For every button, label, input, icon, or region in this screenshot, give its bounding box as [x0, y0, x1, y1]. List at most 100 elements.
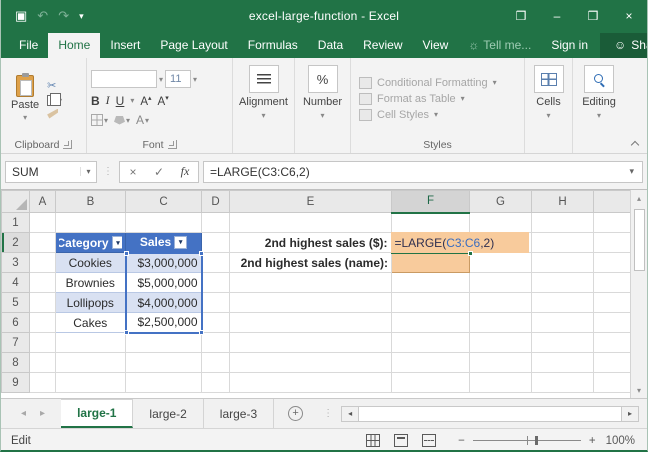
alignment-button[interactable]: Alignment ▾	[237, 61, 290, 153]
tab-file[interactable]: File	[9, 33, 48, 58]
cancel-button[interactable]: ×	[120, 165, 146, 179]
format-as-table-button[interactable]: Format as Table ▾	[359, 92, 516, 105]
close-icon[interactable]: ×	[611, 2, 647, 30]
tab-insert[interactable]: Insert	[100, 33, 150, 58]
cell[interactable]	[125, 332, 202, 353]
cell[interactable]	[593, 252, 630, 273]
ribbon-display-options-icon[interactable]: ❒	[503, 2, 539, 30]
cell-c4[interactable]: $5,000,000	[124, 272, 203, 293]
cell[interactable]	[531, 312, 594, 333]
fill-color-button[interactable]: ▾	[114, 115, 130, 125]
cell[interactable]	[29, 292, 56, 313]
cell-f2-active-formula[interactable]: =LARGE(C3:C6,2)	[390, 231, 529, 256]
col-header-h[interactable]: H	[531, 190, 594, 213]
bold-button[interactable]: B	[91, 94, 100, 108]
cell[interactable]	[391, 312, 470, 333]
vertical-scroll-thumb[interactable]	[633, 209, 645, 271]
col-header-f[interactable]: F	[391, 190, 470, 214]
name-box-dropdown-icon[interactable]: ▾	[80, 167, 96, 176]
font-name-input[interactable]	[91, 70, 157, 88]
cell[interactable]	[229, 272, 392, 293]
tab-view[interactable]: View	[413, 33, 459, 58]
col-header-a[interactable]: A	[29, 190, 56, 213]
tab-page-layout[interactable]: Page Layout	[150, 33, 237, 58]
cell[interactable]	[593, 292, 630, 313]
scroll-left-icon[interactable]: ◂	[341, 405, 360, 422]
col-header-g[interactable]: G	[469, 190, 532, 213]
cell[interactable]	[531, 212, 594, 233]
cell-b2-category-header[interactable]: Category ▾	[55, 232, 126, 253]
cell[interactable]	[391, 352, 470, 373]
cell[interactable]	[29, 252, 56, 273]
cell[interactable]	[593, 372, 630, 393]
cell[interactable]	[391, 272, 470, 293]
insert-function-button[interactable]: fx	[172, 164, 198, 179]
cell[interactable]	[593, 272, 630, 293]
cell[interactable]	[469, 312, 532, 333]
horizontal-scrollbar[interactable]: ◂ ▸	[341, 404, 639, 423]
cell[interactable]	[201, 232, 230, 253]
cell[interactable]	[29, 212, 56, 233]
clipboard-dialog-launcher-icon[interactable]	[63, 140, 73, 149]
scroll-up-icon[interactable]: ▴	[631, 190, 647, 206]
font-name-dropdown-icon[interactable]: ▾	[159, 75, 163, 84]
cell[interactable]	[593, 332, 630, 353]
prev-sheet-icon[interactable]: ◂	[21, 408, 26, 419]
cell[interactable]	[201, 212, 230, 233]
col-header-d[interactable]: D	[201, 190, 230, 213]
cell[interactable]	[201, 312, 230, 333]
formula-bar-splitter[interactable]: ⋮	[101, 166, 115, 177]
redo-icon[interactable]: ↷	[58, 8, 69, 24]
cell-b6[interactable]: Cakes	[55, 312, 126, 333]
horizontal-scroll-track[interactable]	[359, 405, 621, 422]
paste-dropdown-icon[interactable]: ▾	[23, 113, 27, 122]
cell-e2-label[interactable]: 2nd highest sales ($):	[229, 232, 392, 253]
sheet-tab-large-1[interactable]: large-1	[61, 399, 134, 428]
cell[interactable]	[29, 352, 56, 373]
cell[interactable]	[469, 272, 532, 293]
col-header-b[interactable]: B	[55, 190, 126, 213]
row-header-5[interactable]: 5	[1, 292, 30, 313]
cell[interactable]	[229, 332, 392, 353]
enter-button[interactable]: ✓	[146, 165, 172, 179]
underline-button[interactable]: U	[116, 94, 125, 108]
cell-styles-button[interactable]: Cell Styles ▾	[359, 108, 516, 121]
cell[interactable]	[391, 332, 470, 353]
zoom-level[interactable]: 100%	[606, 435, 647, 447]
sign-in-button[interactable]: Sign in	[541, 33, 598, 58]
fill-handle[interactable]	[467, 250, 473, 256]
cell[interactable]	[55, 212, 126, 233]
cell[interactable]	[469, 292, 532, 313]
number-button[interactable]: % Number ▾	[299, 61, 346, 153]
font-size-input[interactable]: 11	[165, 70, 192, 88]
borders-button[interactable]: ▾	[91, 114, 108, 126]
underline-dropdown-icon[interactable]: ▾	[130, 96, 134, 105]
zoom-slider[interactable]	[472, 436, 581, 445]
cell[interactable]	[29, 372, 56, 393]
cell[interactable]	[201, 252, 230, 273]
col-header-e[interactable]: E	[229, 190, 392, 213]
font-color-button[interactable]: A ▾	[136, 113, 149, 127]
cell-c6[interactable]: $2,500,000	[123, 312, 204, 335]
cell[interactable]	[391, 292, 470, 313]
cell[interactable]	[531, 372, 594, 393]
cell-b4[interactable]: Brownies	[55, 272, 126, 293]
normal-view-icon[interactable]	[366, 434, 381, 447]
cell[interactable]	[391, 372, 470, 393]
sheet-tab-large-2[interactable]: large-2	[133, 399, 204, 428]
cell[interactable]	[125, 372, 202, 393]
zoom-out-icon[interactable]: −	[458, 435, 465, 447]
sheet-grid[interactable]: A B C D E F G H 1 2 Category ▾ Sales ▾ 2…	[1, 190, 630, 393]
maximize-icon[interactable]: ❒	[575, 2, 611, 30]
row-header-2[interactable]: 2	[1, 232, 30, 253]
cell[interactable]	[469, 332, 532, 353]
cut-button[interactable]: ✂	[47, 79, 62, 92]
cell[interactable]	[531, 332, 594, 353]
cell-f3-highlighted[interactable]	[391, 252, 470, 273]
save-icon[interactable]: ▣	[15, 8, 27, 24]
page-break-preview-icon[interactable]	[422, 434, 437, 447]
cell[interactable]	[125, 352, 202, 373]
cell[interactable]	[469, 352, 532, 373]
tab-home[interactable]: Home	[48, 33, 101, 58]
cell[interactable]	[55, 372, 126, 393]
